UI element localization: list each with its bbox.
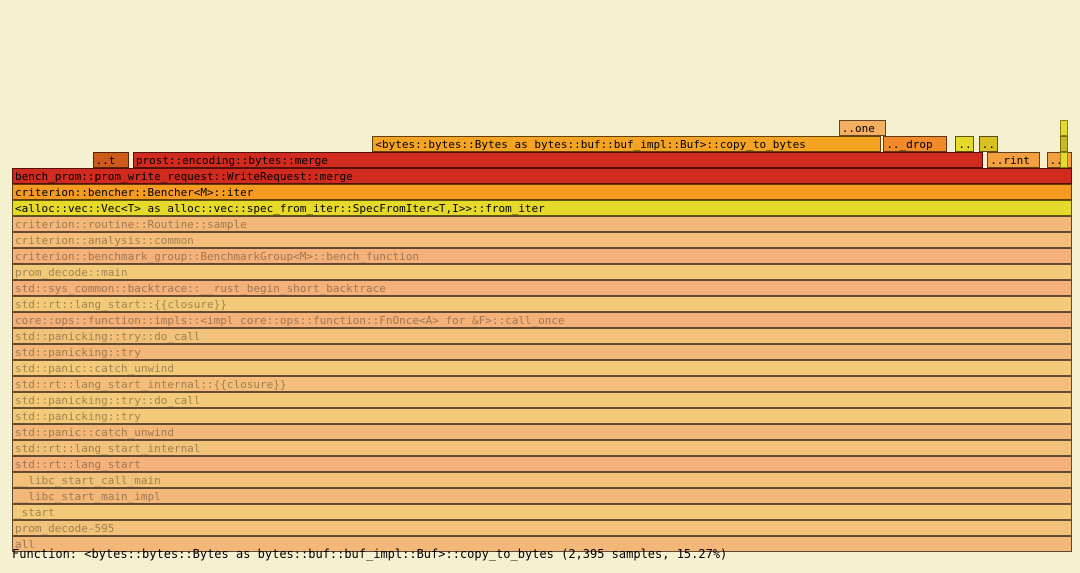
frame[interactable]: prom_decode-595 <box>12 520 1072 536</box>
frame[interactable]: .._drop <box>883 136 947 152</box>
frame[interactable]: .. <box>979 136 998 152</box>
frame[interactable]: ..rint <box>987 152 1040 168</box>
status-function: <bytes::bytes::Bytes as bytes::buf::buf_… <box>84 547 554 561</box>
frame[interactable]: std::panicking::try::do_call <box>12 328 1072 344</box>
frame[interactable]: criterion::analysis::common <box>12 232 1072 248</box>
frame[interactable]: std::rt::lang_start <box>12 456 1072 472</box>
frame[interactable]: core::ops::function::impls::<impl core::… <box>12 312 1072 328</box>
frame[interactable]: __libc_start_call_main <box>12 472 1072 488</box>
frame[interactable]: std::panic::catch_unwind <box>12 424 1072 440</box>
frame-minor[interactable] <box>1060 136 1068 152</box>
frame[interactable]: std::rt::lang_start_internal::{{closure}… <box>12 376 1072 392</box>
frame[interactable]: _start <box>12 504 1072 520</box>
status-line: Function: <bytes::bytes::Bytes as bytes:… <box>12 547 1072 561</box>
frame[interactable]: <alloc::vec::Vec<T> as alloc::vec::spec_… <box>12 200 1072 216</box>
frame[interactable]: criterion::benchmark_group::BenchmarkGro… <box>12 248 1072 264</box>
frame[interactable]: prom_decode::main <box>12 264 1072 280</box>
frame[interactable]: std::rt::lang_start::{{closure}} <box>12 296 1072 312</box>
frame[interactable]: __libc_start_main_impl <box>12 488 1072 504</box>
frame[interactable]: std::panicking::try <box>12 344 1072 360</box>
status-stats: (2,395 samples, 15.27%) <box>561 547 727 561</box>
frame[interactable]: <bytes::bytes::Bytes as bytes::buf::buf_… <box>372 136 881 152</box>
frame[interactable]: ..t <box>93 152 129 168</box>
frame[interactable]: std::rt::lang_start_internal <box>12 440 1072 456</box>
frame[interactable]: criterion::bencher::Bencher<M>::iter <box>12 184 1072 200</box>
frame[interactable]: ..one <box>839 120 887 136</box>
status-prefix: Function: <box>12 547 84 561</box>
frame-minor[interactable] <box>1060 152 1068 168</box>
frame-minor[interactable] <box>1060 120 1068 136</box>
frame[interactable]: std::panic::catch_unwind <box>12 360 1072 376</box>
frame[interactable]: .. <box>955 136 974 152</box>
frame[interactable]: prost::encoding::bytes::merge <box>133 152 983 168</box>
frame[interactable]: bench_prom::prom_write_request::WriteReq… <box>12 168 1072 184</box>
frame[interactable]: criterion::routine::Routine::sample <box>12 216 1072 232</box>
frame[interactable]: std::panicking::try::do_call <box>12 392 1072 408</box>
frame[interactable]: std::panicking::try <box>12 408 1072 424</box>
frame[interactable]: std::sys_common::backtrace::__rust_begin… <box>12 280 1072 296</box>
